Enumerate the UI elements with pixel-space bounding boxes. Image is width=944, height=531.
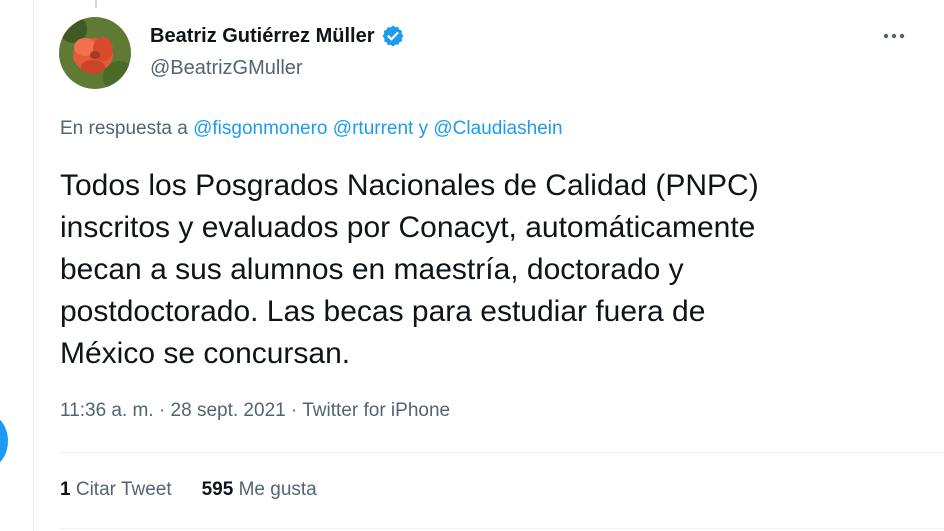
likes-stat[interactable]: 595 Me gusta bbox=[202, 477, 317, 503]
more-options-button[interactable] bbox=[874, 18, 914, 54]
tweet-text-line: Todos los Posgrados Nacionales de Calida… bbox=[60, 169, 759, 202]
author-name[interactable]: Beatriz Gutiérrez Müller bbox=[150, 23, 405, 49]
tweet-text-line: becan a sus alumnos en maestría, doctora… bbox=[60, 253, 684, 286]
divider bbox=[60, 528, 944, 529]
tweet-text-line: México se concursan. bbox=[60, 337, 351, 370]
tweet-text-line: inscritos y evaluados por Conacyt, autom… bbox=[60, 211, 756, 244]
reply-conjunction: y bbox=[418, 118, 429, 139]
tweet-text: Todos los Posgrados Nacionales de Calida… bbox=[60, 165, 900, 375]
likes-label: Me gusta bbox=[238, 479, 317, 500]
mention-link-rturrent[interactable]: @rturrent bbox=[333, 118, 414, 139]
mention-link-fisgonmonero[interactable]: @fisgonmonero bbox=[193, 118, 327, 139]
author-handle[interactable]: @BeatrizGMuller bbox=[150, 55, 303, 81]
likes-count: 595 bbox=[201, 479, 234, 500]
author-name-text[interactable]: Beatriz Gutiérrez Müller bbox=[150, 23, 375, 49]
more-options-icon bbox=[883, 33, 905, 39]
mention-link-claudiashein[interactable]: @Claudiashein bbox=[433, 118, 562, 139]
meta-separator: · bbox=[290, 400, 298, 421]
tweet-date[interactable]: 28 sept. 2021 bbox=[171, 400, 286, 421]
timeline-column-border bbox=[33, 0, 34, 531]
meta-separator: · bbox=[158, 400, 166, 421]
quote-tweets-stat[interactable]: 1 Citar Tweet bbox=[60, 477, 172, 503]
thread-connector-line bbox=[95, 0, 97, 8]
quote-tweets-count: 1 bbox=[60, 479, 71, 500]
reply-context: En respuesta a @fisgonmonero @rturrent y… bbox=[60, 116, 563, 142]
tweet-metadata: 11:36 a. m. · 28 sept. 2021 · Twitter fo… bbox=[60, 398, 450, 424]
avatar[interactable] bbox=[59, 17, 131, 89]
verified-badge-icon bbox=[381, 24, 405, 48]
tweet-source[interactable]: Twitter for iPhone bbox=[302, 400, 450, 421]
reply-prefix: En respuesta a bbox=[60, 118, 188, 139]
quote-tweets-label: Citar Tweet bbox=[75, 479, 172, 500]
tweet-stats: 1 Citar Tweet 595 Me gusta bbox=[60, 477, 317, 503]
divider bbox=[60, 452, 944, 453]
compose-fab-edge[interactable] bbox=[0, 415, 8, 467]
tweet-text-line: postdoctorado. Las becas para estudiar f… bbox=[60, 295, 706, 328]
tweet-time[interactable]: 11:36 a. m. bbox=[60, 400, 154, 421]
